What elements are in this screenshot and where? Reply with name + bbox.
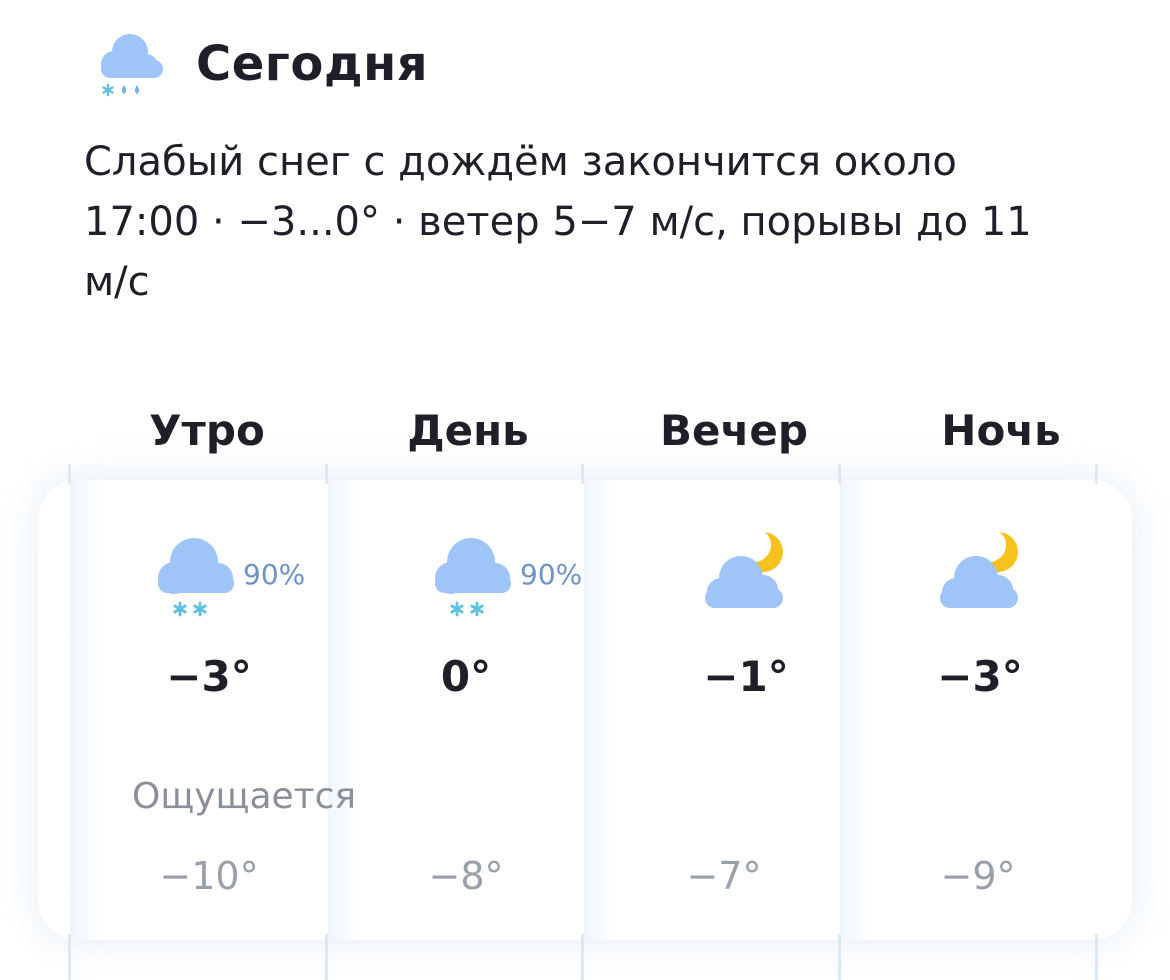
temperature: −3°: [166, 652, 252, 701]
feels-like-temperature: −9°: [940, 854, 1016, 898]
part-label: Вечер: [660, 406, 808, 455]
part-evening[interactable]: Вечер −1° −7°: [593, 400, 851, 960]
precip-probability: 90%: [243, 558, 306, 591]
part-label: Ночь: [941, 406, 1061, 455]
part-label: Утро: [149, 406, 265, 455]
feels-like-temperature: −8°: [428, 854, 504, 898]
feels-like-temperature: −7°: [686, 854, 762, 898]
cloud-snow-icon: [435, 538, 511, 617]
today-header: Сегодня: [88, 24, 428, 104]
part-label: День: [407, 406, 529, 455]
column-divider: [68, 464, 71, 980]
cloud-moon-icon: [940, 530, 1018, 608]
part-night[interactable]: Ночь −3° −9°: [850, 400, 1108, 960]
temperature: −3°: [937, 652, 1023, 701]
weather-summary: Слабый снег с дождём закончится около 17…: [84, 139, 1032, 305]
weather-today-page: Сегодня Слабый снег с дождём закончится …: [0, 0, 1170, 980]
day-parts: Утро 90% −3° −10° День 90% 0° −8° Вечер …: [38, 400, 1132, 980]
part-day[interactable]: День 90% 0° −8°: [337, 400, 595, 960]
feels-like-temperature: −10°: [159, 854, 259, 898]
page-title: Сегодня: [196, 36, 429, 92]
feels-like-label: Ощущается: [132, 776, 357, 817]
temperature: −1°: [703, 652, 789, 701]
temperature: 0°: [440, 652, 492, 701]
part-morning[interactable]: Утро 90% −3° −10°: [80, 400, 338, 960]
cloud-moon-icon: [705, 530, 783, 608]
cloud-snow-icon: [158, 538, 234, 617]
precip-probability: 90%: [520, 558, 583, 591]
cloud-sleet-icon: [101, 34, 163, 97]
